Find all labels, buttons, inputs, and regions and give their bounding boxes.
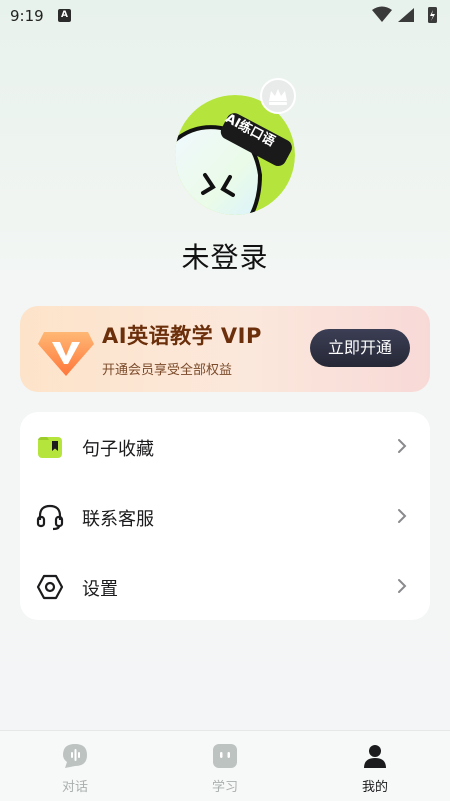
settings-hexagon-icon: [36, 574, 64, 600]
tab-label: 我的: [361, 780, 388, 795]
bookmark-folder-icon: [38, 437, 62, 458]
open-vip-button[interactable]: 立即开通: [310, 329, 410, 367]
tab-label: 学习: [211, 780, 238, 795]
headset-icon: [36, 504, 64, 531]
menu-label: 设置: [82, 579, 118, 600]
menu-item-favorites[interactable]: 句子收藏: [20, 412, 430, 481]
signal-icon: [398, 8, 414, 22]
status-time: 9:19: [10, 7, 44, 25]
vip-title: AI英语教学 VIP: [102, 324, 262, 348]
menu-label: 句子收藏: [82, 439, 154, 460]
wifi-icon: [372, 6, 392, 22]
chat-voice-icon: [63, 744, 87, 768]
crown-icon-glyph: [269, 89, 287, 105]
vip-subtitle: 开通会员享受全部权益: [102, 363, 233, 378]
tab-chat[interactable]: 对话: [0, 731, 150, 801]
tab-mine[interactable]: 我的: [300, 731, 450, 801]
vip-diamond-icon: [38, 332, 94, 376]
notification-badge-icon: A: [58, 9, 71, 22]
menu-item-customer-service[interactable]: 联系客服: [20, 482, 430, 551]
status-icons: [372, 6, 437, 23]
chevron-right-icon: [398, 509, 407, 523]
status-bar: 9:19 A: [0, 0, 450, 32]
study-icon: [213, 744, 237, 768]
crown-icon: [260, 78, 296, 114]
menu-item-settings[interactable]: 设置: [20, 552, 430, 621]
vip-banner[interactable]: AI英语教学 VIP 开通会员享受全部权益 立即开通: [20, 306, 430, 392]
menu-label: 联系客服: [82, 509, 154, 530]
chevron-right-icon: [398, 579, 407, 593]
chevron-right-icon: [398, 439, 407, 453]
username[interactable]: 未登录: [0, 236, 450, 276]
person-icon: [364, 745, 386, 768]
tab-label: 对话: [61, 780, 88, 795]
tab-study[interactable]: 学习: [150, 731, 300, 801]
bottom-tab-bar: 对话 学习 我的: [0, 730, 450, 801]
menu-list: 句子收藏 联系客服 设置: [20, 412, 430, 620]
